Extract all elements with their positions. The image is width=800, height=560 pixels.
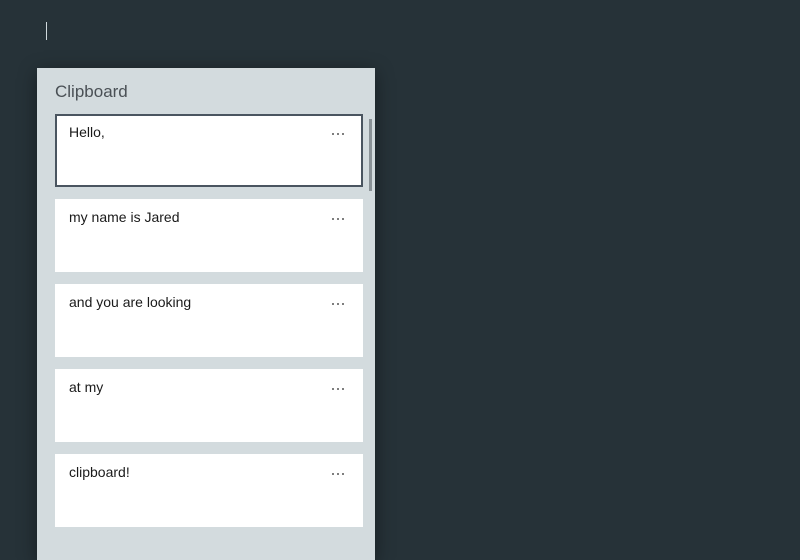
clipboard-items-container: Hello, my name is Jared and you are lookin… (37, 114, 375, 560)
panel-header: Clipboard (37, 68, 375, 114)
clipboard-item-text: Hello, (69, 124, 105, 140)
text-cursor (46, 22, 47, 40)
more-options-icon[interactable] (325, 294, 351, 314)
more-options-icon[interactable] (325, 379, 351, 399)
clipboard-item[interactable]: my name is Jared (55, 199, 363, 272)
clipboard-item-text: clipboard! (69, 464, 130, 480)
scrollbar-thumb[interactable] (369, 119, 372, 191)
clipboard-panel: Clipboard Hello, my name is Jared and you … (37, 68, 375, 560)
clipboard-item-text: my name is Jared (69, 209, 179, 225)
more-options-icon[interactable] (325, 209, 351, 229)
clipboard-item[interactable]: at my (55, 369, 363, 442)
more-options-icon[interactable] (325, 124, 351, 144)
clipboard-item-text: and you are looking (69, 294, 191, 310)
clipboard-item[interactable]: clipboard! (55, 454, 363, 527)
panel-title: Clipboard (55, 82, 357, 102)
more-options-icon[interactable] (325, 464, 351, 484)
clipboard-item-text: at my (69, 379, 103, 395)
clipboard-item[interactable]: Hello, (55, 114, 363, 187)
clipboard-item[interactable]: and you are looking (55, 284, 363, 357)
